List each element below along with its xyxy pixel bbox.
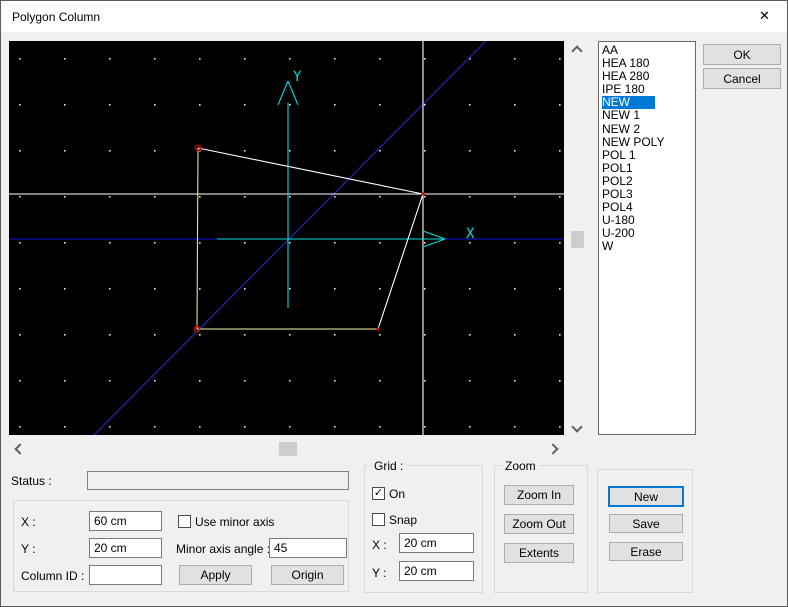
canvas-drawing: YX (9, 41, 564, 435)
list-item-label: AA (602, 43, 618, 57)
apply-button[interactable]: Apply (179, 565, 252, 585)
x-input[interactable] (89, 511, 162, 531)
horizontal-scrollbar[interactable] (9, 441, 564, 457)
y-input[interactable] (89, 538, 162, 558)
y-label: Y : (21, 542, 35, 556)
list-item-label: POL3 (602, 187, 633, 201)
grid-on-checkbox[interactable]: ✓ (372, 487, 385, 500)
grid-y-input[interactable] (399, 561, 474, 581)
origin-button[interactable]: Origin (271, 565, 344, 585)
list-item-label: HEA 280 (602, 69, 649, 83)
column-id-input[interactable] (89, 565, 162, 585)
scroll-up-button[interactable] (573, 47, 581, 55)
list-item[interactable]: U-200 (599, 227, 695, 240)
use-minor-axis-label: Use minor axis (195, 515, 274, 529)
grid-x-label: X : (372, 538, 387, 552)
close-icon: ✕ (759, 8, 770, 24)
column-id-label: Column ID : (21, 569, 84, 583)
list-item-label: POL4 (602, 200, 633, 214)
erase-button[interactable]: Erase (609, 542, 683, 561)
close-button[interactable]: ✕ (742, 1, 787, 31)
zoom-in-button[interactable]: Zoom In (504, 485, 574, 505)
scroll-left-button[interactable] (16, 445, 24, 453)
title-bar: Polygon Column ✕ (1, 1, 787, 32)
use-minor-axis-checkbox[interactable] (178, 515, 191, 528)
vertical-scrollbar[interactable] (569, 41, 586, 435)
grid-on-label: On (389, 487, 405, 501)
list-item-label: NEW (602, 96, 655, 109)
list-item[interactable]: W (599, 240, 695, 253)
zoom-out-button[interactable]: Zoom Out (504, 514, 574, 534)
chevron-down-icon (571, 421, 582, 432)
chevron-up-icon (571, 45, 582, 56)
chevron-left-icon (14, 443, 25, 454)
list-item-label: HEA 180 (602, 56, 649, 70)
window-title: Polygon Column (12, 10, 100, 24)
vertical-scrollbar-thumb[interactable] (571, 231, 584, 248)
minor-axis-angle-input[interactable] (269, 538, 347, 558)
list-item-label: W (602, 239, 613, 253)
list-item-label: U-180 (602, 213, 635, 227)
extents-button[interactable]: Extents (504, 543, 574, 563)
minor-axis-angle-label: Minor axis angle : (176, 542, 270, 556)
section-listbox[interactable]: AAHEA 180HEA 280IPE 180NEWNEW 1NEW 2NEW … (598, 41, 696, 435)
zoom-group-title: Zoom (502, 459, 539, 473)
horizontal-scrollbar-thumb[interactable] (279, 442, 297, 456)
scroll-down-button[interactable] (573, 423, 581, 431)
grid-group-title: Grid : (371, 459, 406, 473)
list-item-label: NEW 1 (602, 108, 640, 122)
grid-snap-label: Snap (389, 513, 417, 527)
list-item-label: IPE 180 (602, 82, 645, 96)
status-field (87, 471, 349, 490)
list-item-label: POL2 (602, 174, 633, 188)
grid-x-input[interactable] (399, 533, 474, 553)
list-item-label: POL 1 (602, 148, 636, 162)
save-button[interactable]: Save (609, 514, 683, 533)
x-label: X : (21, 515, 36, 529)
scroll-right-button[interactable] (549, 445, 557, 453)
svg-text:X: X (466, 226, 475, 242)
cancel-button[interactable]: Cancel (703, 68, 781, 89)
svg-text:Y: Y (293, 69, 302, 85)
list-item-label: U-200 (602, 226, 635, 240)
drawing-canvas[interactable]: YX (9, 41, 564, 435)
new-button[interactable]: New (608, 486, 684, 507)
list-item-label: NEW 2 (602, 122, 640, 136)
grid-y-label: Y : (372, 566, 386, 580)
grid-snap-checkbox[interactable] (372, 513, 385, 526)
list-item-label: NEW POLY (602, 135, 664, 149)
polygon-column-dialog: Polygon Column ✕ YX AAHEA 180HEA 280IPE … (0, 0, 788, 607)
chevron-right-icon (547, 443, 558, 454)
ok-button[interactable]: OK (703, 44, 781, 65)
status-label: Status : (11, 474, 52, 488)
list-item-label: POL1 (602, 161, 633, 175)
